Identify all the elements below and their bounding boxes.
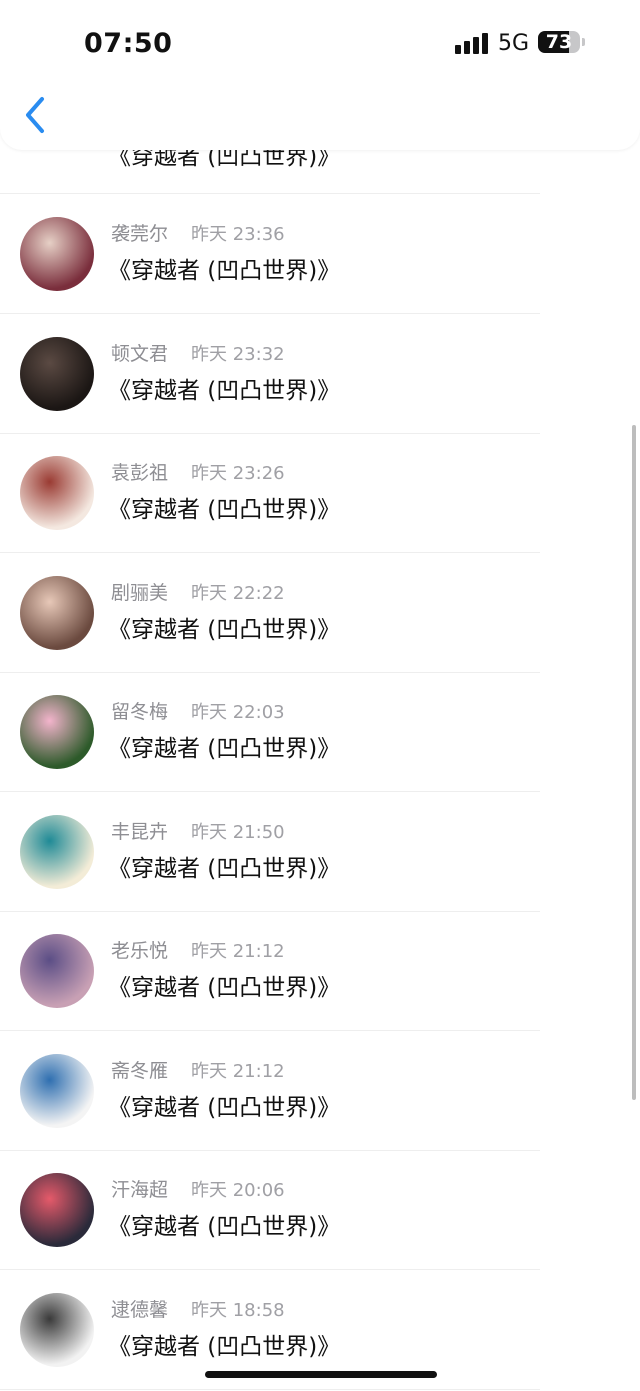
message-text: 《穿越者 (凹凸世界)》 (108, 616, 341, 643)
battery-text: 73 (545, 31, 573, 53)
timestamp: 昨天 21:12 (191, 1060, 285, 1082)
list-item[interactable]: 丰昆卉 昨天 21:50 《穿越者 (凹凸世界)》 (0, 793, 640, 912)
user-name[interactable]: 老乐悦 (111, 936, 168, 963)
lotus-avatar[interactable] (20, 695, 94, 769)
back-button[interactable] (22, 95, 52, 135)
girl-photo-avatar[interactable] (20, 575, 94, 650)
battery-icon: 73 (538, 31, 580, 53)
list-item[interactable]: 顿文君 昨天 23:32 《穿越者 (凹凸世界)》 (0, 315, 640, 434)
top-bar: 07:50 5G 73 (0, 0, 640, 150)
sweater-photo-avatar[interactable] (20, 456, 94, 530)
user-name[interactable]: 留冬梅 (111, 697, 168, 724)
status-time: 07:50 (84, 28, 173, 59)
list-item[interactable]: 汗海超 昨天 20:06 《穿越者 (凹凸世界)》 (0, 1151, 640, 1270)
message-text: 《穿越者 (凹凸世界)》 (108, 258, 341, 284)
hands-photo-avatar[interactable] (20, 336, 94, 411)
message-text: 《穿越者 (凹凸世界)》 (108, 975, 341, 1001)
timestamp: 昨天 18:58 (191, 1299, 285, 1321)
timestamp: 昨天 22:22 (191, 582, 285, 604)
timestamp: 昨天 23:32 (191, 343, 285, 365)
timestamp: 昨天 23:26 (191, 463, 285, 484)
timestamp: 昨天 23:36 (191, 224, 285, 245)
user-name[interactable]: 袭莞尔 (111, 219, 168, 246)
timestamp: 昨天 21:50 (191, 821, 285, 843)
list-item[interactable]: 剧骊美 昨天 22:22 《穿越者 (凹凸世界)》 (0, 554, 640, 673)
sketch-character-avatar[interactable] (20, 1053, 94, 1128)
message-text: 《穿越者 (凹凸世界)》 (108, 736, 341, 762)
timestamp: 昨天 22:03 (191, 702, 285, 723)
message-text: 《穿越者 (凹凸世界)》 (108, 377, 341, 404)
message-text: 《穿越者 (凹凸世界)》 (108, 1333, 341, 1360)
message-text: 《穿越者 (凹凸世界)》 (108, 497, 341, 523)
list-item[interactable]: 袭莞尔 昨天 23:36 《穿越者 (凹凸世界)》 (0, 195, 640, 314)
message-text: 《穿越者 (凹凸世界)》 (108, 855, 341, 882)
list-item[interactable]: 袁彭祖 昨天 23:26 《穿越者 (凹凸世界)》 (0, 434, 640, 553)
home-indicator[interactable] (205, 1371, 437, 1378)
user-name[interactable]: 剧骊美 (111, 578, 168, 605)
user-name[interactable]: 袁彭祖 (111, 458, 168, 485)
list-item[interactable]: 老乐悦 昨天 21:12 《穿越者 (凹凸世界)》 (0, 912, 640, 1031)
anime-couple-avatar[interactable] (20, 217, 94, 291)
message-text: 《穿越者 (凹凸世界)》 (108, 1214, 341, 1240)
timestamp: 昨天 21:12 (191, 941, 285, 962)
network-label: 5G (498, 31, 530, 56)
signal-icon (455, 32, 489, 54)
timestamp: 昨天 20:06 (191, 1180, 285, 1201)
grayscale-portrait-avatar[interactable] (20, 1292, 94, 1367)
chevron-left-icon (26, 97, 44, 133)
anime-boy-avatar[interactable] (20, 1173, 94, 1247)
row-divider (0, 1388, 540, 1390)
user-name[interactable]: 顿文君 (111, 339, 168, 366)
list-item[interactable]: 斋冬雁 昨天 21:12 《穿越者 (凹凸世界)》 (0, 1032, 640, 1151)
row-divider (0, 193, 540, 194)
user-name[interactable]: 逮德馨 (111, 1295, 168, 1322)
user-name[interactable]: 丰昆卉 (111, 817, 168, 844)
letter-d-cartoon-avatar[interactable] (20, 814, 94, 889)
comment-list[interactable]: 《穿越者 (凹凸世界)》 袭莞尔 昨天 23:36 《穿越者 (凹凸世界)》 顿文君昨… (0, 0, 640, 1391)
message-text: 《穿越者 (凹凸世界)》 (108, 1094, 341, 1121)
battery-cap (582, 38, 585, 46)
user-name[interactable]: 斋冬雁 (111, 1056, 168, 1083)
scrollbar[interactable] (632, 425, 636, 1100)
user-name[interactable]: 汗海超 (111, 1175, 168, 1202)
anime-girl-avatar[interactable] (20, 934, 94, 1008)
list-item[interactable]: 留冬梅 昨天 22:03 《穿越者 (凹凸世界)》 (0, 673, 640, 792)
